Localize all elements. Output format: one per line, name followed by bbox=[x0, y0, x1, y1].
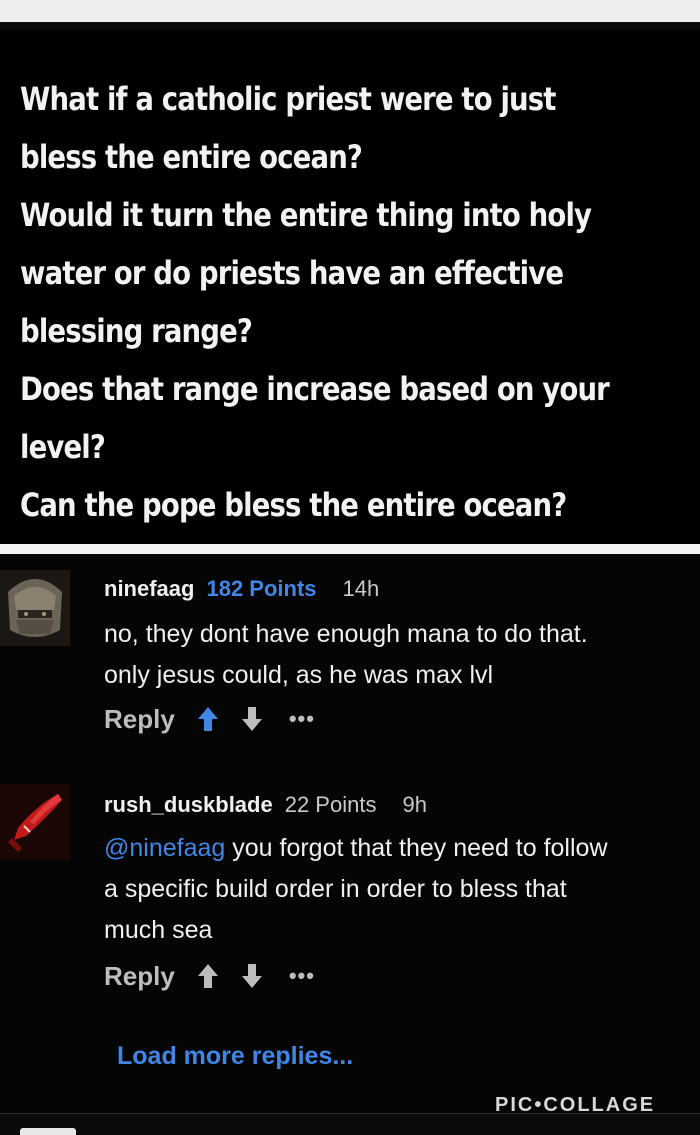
comment-body: no, they dont have enough mana to do tha… bbox=[104, 614, 689, 696]
post-line: bless the entire ocean? bbox=[20, 138, 363, 176]
downvote-icon[interactable] bbox=[241, 963, 263, 989]
divider bbox=[0, 1113, 700, 1114]
more-options-icon[interactable]: ••• bbox=[289, 706, 315, 732]
bottom-tab bbox=[20, 1128, 76, 1135]
blade-icon bbox=[0, 784, 70, 860]
timestamp: 14h bbox=[342, 576, 380, 601]
comment-line: no, they dont have enough mana to do tha… bbox=[104, 620, 588, 648]
username[interactable]: rush_duskblade bbox=[104, 792, 273, 817]
post-line: Can the pope bless the entire ocean? bbox=[20, 486, 567, 524]
mention-link[interactable]: @ninefaag bbox=[104, 834, 225, 862]
avatar[interactable] bbox=[0, 570, 70, 646]
points: 182 Points bbox=[206, 576, 317, 601]
comments-section: ninefaag 182 Points 14h no, they dont have… bbox=[0, 554, 700, 1114]
post-line: level? bbox=[20, 428, 106, 466]
post-line: water or do priests have an effective bbox=[20, 254, 564, 292]
username[interactable]: ninefaag bbox=[104, 576, 194, 601]
downvote-icon[interactable] bbox=[241, 706, 263, 732]
comment-line: only jesus could, as he was max lvl bbox=[104, 661, 494, 689]
comment-meta: rush_duskblade 22 Points 9h bbox=[104, 792, 427, 818]
post-line: Does that range increase based on your bbox=[20, 370, 610, 408]
helmet-icon bbox=[0, 570, 70, 646]
post-line: blessing range? bbox=[20, 312, 253, 350]
comment-text: you forgot that they need to follow bbox=[225, 834, 608, 862]
points: 22 Points bbox=[284, 792, 377, 817]
comment-line: much sea bbox=[104, 916, 213, 944]
top-border-strip bbox=[0, 0, 700, 22]
reply-button[interactable]: Reply bbox=[104, 704, 175, 735]
divider bbox=[0, 544, 700, 554]
comment-actions: Reply ••• bbox=[104, 958, 315, 994]
comment-meta: ninefaag 182 Points 14h bbox=[104, 576, 379, 602]
upvote-icon[interactable] bbox=[197, 963, 219, 989]
timestamp: 9h bbox=[402, 792, 427, 817]
avatar[interactable] bbox=[0, 784, 70, 860]
more-options-icon[interactable]: ••• bbox=[289, 963, 315, 989]
post-line: What if a catholic priest were to just bbox=[20, 80, 556, 118]
comment-line: a specific build order in order to bless… bbox=[104, 875, 567, 903]
post-panel: What if a catholic priest were to just b… bbox=[0, 30, 700, 544]
upvote-icon[interactable] bbox=[197, 706, 219, 732]
reply-button[interactable]: Reply bbox=[104, 961, 175, 992]
post-text: What if a catholic priest were to just b… bbox=[20, 70, 610, 534]
comment-body: @ninefaag you forgot that they need to f… bbox=[104, 828, 689, 951]
load-more-replies-link[interactable]: Load more replies... bbox=[117, 1042, 353, 1071]
post-line: Would it turn the entire thing into holy bbox=[20, 196, 592, 234]
comment-actions: Reply ••• bbox=[104, 701, 315, 737]
comment-line: @ninefaag you forgot that they need to f… bbox=[104, 828, 689, 869]
